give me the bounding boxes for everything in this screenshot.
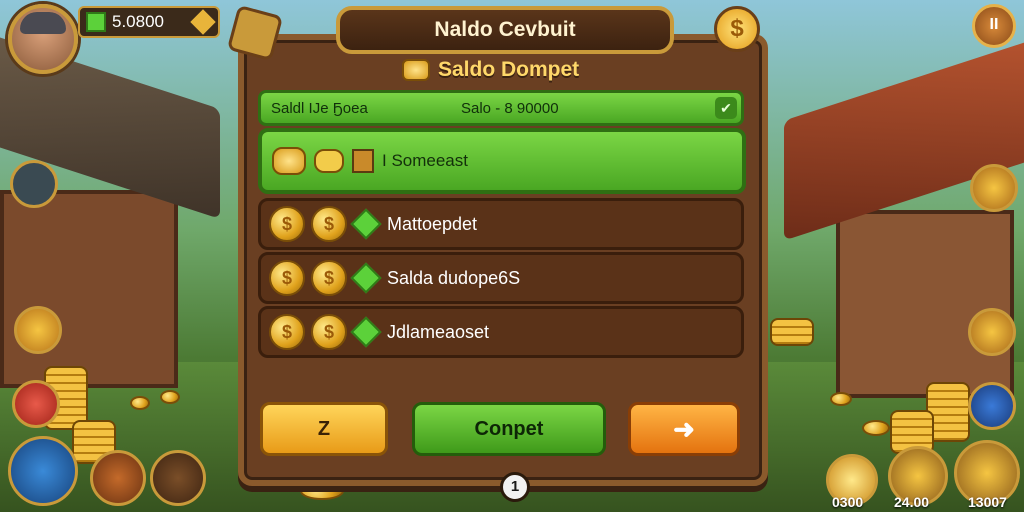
list-item-label: Mattoepdet xyxy=(387,213,478,234)
next-arrow-button[interactable]: ➜ xyxy=(628,402,740,456)
gold-bar-slot-button[interactable] xyxy=(150,450,206,506)
green-gem-icon xyxy=(350,208,382,240)
green-gem-icon xyxy=(350,316,382,348)
right-hut-wall xyxy=(836,210,1014,398)
dollar-coin-icon: $ xyxy=(269,206,305,242)
wallet-panel: $ Naldo Cevbuit Saldo Dompet Saldl ΙЈе Ҕ… xyxy=(226,4,768,486)
balance-value: 5.0800 xyxy=(112,12,164,31)
green-gem-icon xyxy=(350,262,382,294)
gold-pile-icon xyxy=(272,147,306,175)
page-indicator: 1 xyxy=(500,472,530,502)
wallet-subtitle: Saldo Dompet xyxy=(402,56,602,84)
coin xyxy=(830,392,852,406)
list-item[interactable]: $ $ Salda dudope6S xyxy=(258,252,744,304)
dollar-coin-icon: $ xyxy=(269,314,305,350)
pause-button[interactable]: II xyxy=(972,4,1016,48)
gem-icon xyxy=(86,12,106,32)
panel-title: Naldo Cevbuit xyxy=(336,6,674,54)
dollar-coin-icon: $ xyxy=(311,314,347,350)
gold-bar-button[interactable] xyxy=(970,164,1018,212)
coin-stack xyxy=(770,318,814,346)
search-label: Saldl ΙЈе Ҕоеа xyxy=(271,99,368,117)
coin xyxy=(130,396,150,410)
add-funds-icon[interactable] xyxy=(190,9,216,35)
magnet-button[interactable] xyxy=(12,380,60,428)
left-hut-wall xyxy=(0,190,178,388)
dollar-coin-icon: $ xyxy=(269,260,305,296)
gold-bag-count: 24.00 xyxy=(894,494,930,510)
featured-label: I Someeast xyxy=(382,151,468,170)
crystal-button[interactable] xyxy=(968,308,1016,356)
settings-gear-button[interactable] xyxy=(968,382,1016,430)
book-icon xyxy=(352,149,374,173)
dollar-coin-icon: $ xyxy=(311,260,347,296)
confirm-check-icon[interactable]: ✔ xyxy=(715,97,737,119)
list-item[interactable]: $ $ Jdlameaoset xyxy=(258,306,744,358)
dollar-icon: $ xyxy=(730,15,744,42)
balance-search-field[interactable]: Saldl ΙЈе Ҕоеа Salo - 8 90000 ✔ xyxy=(258,90,744,126)
player-avatar[interactable] xyxy=(8,4,78,74)
z-button[interactable]: Z xyxy=(260,402,388,456)
quest-button[interactable] xyxy=(14,306,62,354)
list-item-label: Salda dudope6S xyxy=(387,267,521,288)
search-value: Salo - 8 90000 xyxy=(461,99,559,117)
list-item-label: Jdlameaoset xyxy=(387,321,490,342)
coin-badge[interactable]: $ xyxy=(714,6,760,52)
coin xyxy=(160,390,180,404)
balance-bar[interactable]: 5.0800 xyxy=(78,6,220,38)
pause-icon: II xyxy=(989,16,999,33)
gold-coin-icon xyxy=(402,59,430,81)
map-button[interactable] xyxy=(10,160,58,208)
featured-list-item[interactable]: I Someeast xyxy=(258,128,746,194)
confirm-button[interactable]: Conpet xyxy=(412,402,606,456)
gold-pile-count: 13007 xyxy=(968,494,1007,510)
avatar-cap xyxy=(20,12,66,34)
map-pin-button[interactable] xyxy=(90,450,146,506)
coin-count: 0300 xyxy=(832,494,864,510)
dollar-coin-icon: $ xyxy=(311,206,347,242)
coin xyxy=(862,420,890,436)
list-item[interactable]: $ $ Mattoepdet xyxy=(258,198,744,250)
gold-scroll-icon xyxy=(314,149,344,173)
subtitle-text: Saldo Dompet xyxy=(438,58,580,81)
tools-button[interactable] xyxy=(8,436,78,506)
